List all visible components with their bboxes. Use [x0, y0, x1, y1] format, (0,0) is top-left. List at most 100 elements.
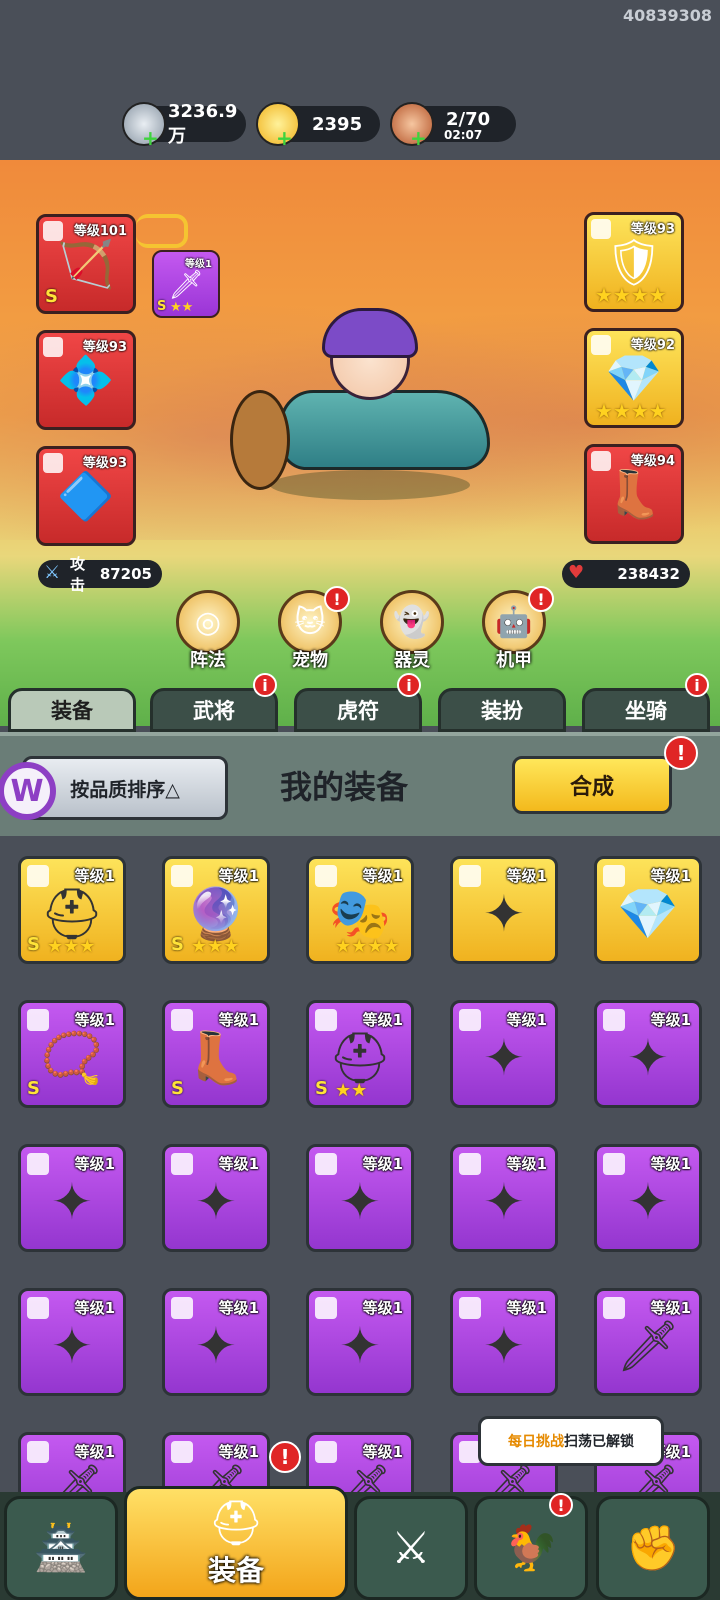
equipment-card[interactable]: 等级1 ✦: [594, 1144, 702, 1252]
equipment-card[interactable]: 等级1 ✦: [450, 1000, 558, 1108]
user-id: 40839308: [622, 6, 712, 25]
item-rank: S: [27, 1078, 40, 1099]
shuriken-icon: ✦: [51, 1317, 93, 1375]
add-gold-icon[interactable]: +: [276, 126, 293, 150]
equipment-card[interactable]: 等级1 ✦: [450, 856, 558, 964]
info-badge: i: [397, 673, 421, 697]
feature-label: 机甲: [496, 650, 532, 671]
item-level: 等级1: [506, 1299, 547, 1317]
inventory-grid: 等级1 ⛑ S ★★★ 等级1 🔮 S ★★★ 等级1 🎭 ★★★★ 等级1 ✦ 等级1 💎 等级1 📿 S 等级1…: [0, 856, 720, 1496]
knight-helmet-icon: ⛑: [208, 1498, 264, 1549]
nav-palace[interactable]: 🏯: [4, 1496, 118, 1600]
equip-slot-bracer[interactable]: 等级92 💎 ★★★★: [584, 328, 684, 428]
shuriken-icon: ✦: [51, 1173, 93, 1231]
rooster-icon: 🐓: [503, 1523, 559, 1574]
equipment-card[interactable]: 等级1🗡: [594, 1288, 702, 1396]
info-badge: i: [253, 673, 277, 697]
item-level: 等级1: [74, 1011, 115, 1029]
add-silver-icon[interactable]: +: [142, 126, 159, 150]
yinyang-type-icon: [43, 337, 63, 357]
nav-equipment[interactable]: ⛑ 装备 !: [124, 1441, 348, 1600]
gold-resource[interactable]: 2395 +: [256, 102, 380, 150]
equipment-card[interactable]: 等级1 ✦: [450, 1144, 558, 1252]
tab-equipment[interactable]: 装备: [8, 688, 136, 732]
equipment-card[interactable]: 等级1 ✦: [18, 1288, 126, 1396]
tab-label: 装备: [51, 699, 93, 723]
shuriken-icon: ✦: [483, 1173, 525, 1231]
equipment-card[interactable]: 等级1 ✦: [306, 1288, 414, 1396]
tab-generals[interactable]: 武将 i: [150, 673, 278, 732]
equip-slot-boots[interactable]: 等级94 👢: [584, 444, 684, 544]
equipment-card[interactable]: 等级1 ✦: [162, 1288, 270, 1396]
equipment-card[interactable]: 等级1 ✦: [18, 1144, 126, 1252]
crossed-swords-icon: ⚔: [391, 1522, 431, 1574]
item-level: 等级1: [74, 1299, 115, 1317]
type-tag-icon: [315, 1441, 337, 1463]
type-tag-icon: [603, 1297, 625, 1319]
tab-tiger-tally[interactable]: 虎符 i: [294, 673, 422, 732]
feature-mecha[interactable]: 🤖 机甲 !: [480, 586, 554, 672]
nav-fist[interactable]: ✊: [596, 1496, 710, 1600]
w-logo-icon[interactable]: W: [0, 762, 56, 820]
equipment-card[interactable]: 等级1 📿 S: [18, 1000, 126, 1108]
type-tag-icon: [27, 1009, 49, 1031]
armor-icon: 🛡: [604, 234, 664, 289]
equip-slot-armor[interactable]: 等级93 🛡 ★★★★: [584, 212, 684, 312]
type-tag-icon: [459, 1297, 481, 1319]
type-tag-icon: [603, 865, 625, 887]
tab-label: 虎符: [337, 699, 379, 723]
shuriken-icon: ✦: [627, 1029, 669, 1087]
heart-icon: ♥: [568, 562, 585, 583]
synthesize-button[interactable]: 合成: [512, 756, 672, 814]
equipment-card[interactable]: 等级1 ✦: [450, 1288, 558, 1396]
feature-formation[interactable]: ◎ 阵法: [174, 590, 242, 672]
equip-slot-amulet[interactable]: 等级93 💠: [36, 330, 136, 430]
hp-stat: ♥ 238432: [562, 560, 690, 588]
character-stage: 等级101 🏹 S 等级1 🗡 S ★★ 等级93 💠 等级93 🔷 等级93 …: [0, 160, 720, 726]
equip-slot-linked[interactable]: 等级1 🗡 S ★★: [152, 250, 220, 318]
equipment-card[interactable]: 等级1 ✦: [594, 1000, 702, 1108]
attack-value: 87205: [99, 565, 152, 583]
equipment-card[interactable]: 等级1 🎭 ★★★★: [306, 856, 414, 964]
type-tag-icon: [27, 1297, 49, 1319]
type-tag-icon: [171, 1009, 193, 1031]
tab-outfit[interactable]: 装扮: [438, 688, 566, 732]
yinyang-type-icon: [43, 453, 63, 473]
daily-challenge-tooltip[interactable]: 每日挑战 扫荡已解锁: [478, 1416, 664, 1466]
equipment-card[interactable]: 等级1 🔮 S ★★★: [162, 856, 270, 964]
equipment-card[interactable]: 等级1 👢 S: [162, 1000, 270, 1108]
inventory-header: 按品质排序△ 我的装备 合成 !: [0, 732, 720, 836]
equipment-card[interactable]: 等级1 ✦: [162, 1144, 270, 1252]
item-rank: S: [171, 1078, 184, 1099]
type-tag-icon: [459, 865, 481, 887]
formation-icon: ◎: [176, 590, 240, 654]
item-rank: S: [315, 1078, 328, 1099]
tab-label: 坐骑: [625, 699, 667, 723]
equipment-card[interactable]: 等级1 ✦: [306, 1144, 414, 1252]
feature-spirit[interactable]: 👻 器灵: [378, 590, 446, 672]
silver-resource[interactable]: 3236.9万 +: [122, 101, 246, 150]
slot-level: 等级1: [185, 259, 212, 270]
equipment-card[interactable]: 等级1🗡: [18, 1432, 126, 1496]
equip-slot-weapon[interactable]: 等级101 🏹 S: [36, 214, 136, 314]
shuriken-icon: ✦: [339, 1317, 381, 1375]
equipment-card[interactable]: 等级1 ⛑ S ★★★: [18, 856, 126, 964]
slot-stars: ★★★★: [595, 399, 667, 423]
tab-mount[interactable]: 坐骑 i: [582, 673, 710, 732]
item-level: 等级1: [74, 1443, 115, 1461]
yinyang-type-icon: [591, 451, 611, 471]
slot-level: 等级93: [82, 340, 127, 355]
propeller-icon: [230, 390, 290, 490]
nav-rooster[interactable]: 🐓 !: [474, 1493, 588, 1600]
hero-character[interactable]: [230, 308, 510, 520]
equipment-card[interactable]: 等级1 💎: [594, 856, 702, 964]
nav-battle[interactable]: ⚔: [354, 1496, 468, 1600]
stamina-resource[interactable]: 2/70 02:07 +: [390, 102, 516, 150]
feature-pet[interactable]: 🐱 宠物 !: [276, 586, 350, 672]
add-stamina-icon[interactable]: +: [410, 126, 427, 150]
shuriken-icon: ✦: [627, 1173, 669, 1231]
synthesize-alert-badge: !: [664, 736, 698, 770]
equip-slot-crystal[interactable]: 等级93 🔷: [36, 446, 136, 546]
equipment-card[interactable]: 等级1 ⛑ S ★★: [306, 1000, 414, 1108]
type-tag-icon: [603, 1153, 625, 1175]
